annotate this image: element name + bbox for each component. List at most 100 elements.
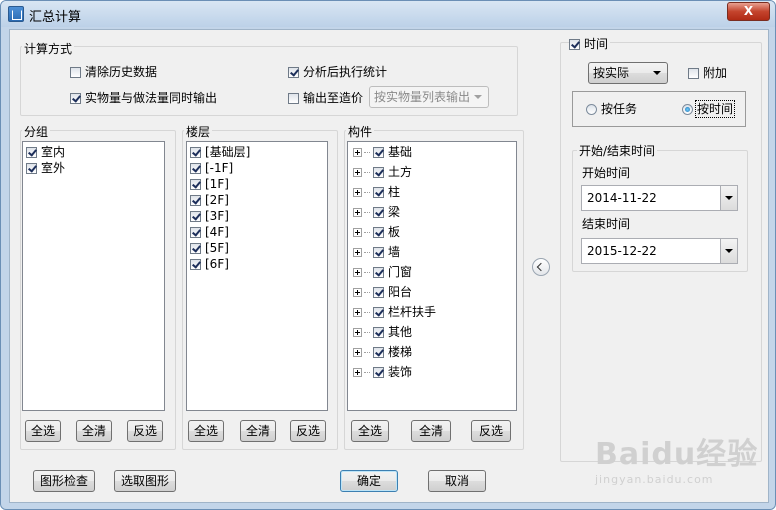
output-both-option[interactable]: 实物量与做法量同时输出 <box>70 90 217 106</box>
component-tree-item[interactable]: 基础 <box>353 144 412 160</box>
expand-icon[interactable] <box>353 268 362 277</box>
component-item-checkbox[interactable] <box>373 207 384 218</box>
group-select-all-button[interactable]: 全选 <box>25 420 61 442</box>
component-item-label: 其他 <box>388 325 413 339</box>
component-tree-item[interactable]: 土方 <box>353 164 412 180</box>
floor-item[interactable]: [2F] <box>190 192 229 208</box>
start-date-picker[interactable]: 2014-11-22 <box>581 185 738 211</box>
end-date-picker[interactable]: 2015-12-22 <box>581 238 738 264</box>
component-select-all-button[interactable]: 全选 <box>351 420 389 442</box>
floor-item-checkbox[interactable] <box>190 163 201 174</box>
by-task-radio[interactable] <box>586 104 597 115</box>
chevron-down-icon[interactable] <box>720 186 737 210</box>
by-time-option[interactable]: 按时间 <box>682 100 736 118</box>
group-item-checkbox[interactable] <box>26 163 37 174</box>
output-mode-value: 按实物量列表输出 <box>374 90 471 104</box>
output-cost-option[interactable]: 输出至造价 <box>288 90 363 106</box>
component-tree-item[interactable]: 楼梯 <box>353 344 412 360</box>
expand-icon[interactable] <box>353 368 362 377</box>
ok-button[interactable]: 确定 <box>340 470 398 492</box>
component-item-label: 基础 <box>388 145 413 159</box>
output-cost-checkbox[interactable] <box>288 93 299 104</box>
expand-icon[interactable] <box>353 148 362 157</box>
output-mode-select[interactable]: 按实物量列表输出 <box>369 86 489 108</box>
floor-item[interactable]: [1F] <box>190 176 229 192</box>
group-item-checkbox[interactable] <box>26 147 37 158</box>
expand-icon[interactable] <box>353 348 362 357</box>
shape-check-button[interactable]: 图形检查 <box>33 470 95 492</box>
expand-icon[interactable] <box>353 328 362 337</box>
group-invert-button[interactable]: 反选 <box>127 420 163 442</box>
expand-icon[interactable] <box>353 228 362 237</box>
component-item-checkbox[interactable] <box>373 167 384 178</box>
component-tree-item[interactable]: 装饰 <box>353 364 412 380</box>
group-item[interactable]: 室内 <box>26 144 65 160</box>
floor-invert-button[interactable]: 反选 <box>290 420 326 442</box>
component-clear-all-button[interactable]: 全清 <box>411 420 451 442</box>
expand-icon[interactable] <box>353 248 362 257</box>
group-list[interactable]: 室内 室外 <box>22 141 165 411</box>
stats-after-option[interactable]: 分析后执行统计 <box>288 64 387 80</box>
clear-history-option[interactable]: 清除历史数据 <box>70 64 157 80</box>
component-tree[interactable]: 基础 土方 柱 梁 板 墙 门窗 阳台 栏杆扶手 其他 楼梯 装饰 <box>347 141 517 411</box>
floor-item-checkbox[interactable] <box>190 243 201 254</box>
floor-item[interactable]: [4F] <box>190 224 229 240</box>
collapse-panel-button[interactable] <box>532 258 550 276</box>
component-tree-item[interactable]: 栏杆扶手 <box>353 304 436 320</box>
floor-item[interactable]: [6F] <box>190 256 229 272</box>
floor-item[interactable]: [5F] <box>190 240 229 256</box>
cancel-button[interactable]: 取消 <box>428 470 486 492</box>
component-item-checkbox[interactable] <box>373 147 384 158</box>
time-option[interactable]: 时间 <box>569 36 611 52</box>
stats-after-checkbox[interactable] <box>288 67 299 78</box>
floor-item[interactable]: [基础层] <box>190 144 250 160</box>
component-tree-item[interactable]: 梁 <box>353 204 400 220</box>
select-shape-button[interactable]: 选取图形 <box>114 470 176 492</box>
component-item-checkbox[interactable] <box>373 367 384 378</box>
expand-icon[interactable] <box>353 208 362 217</box>
component-item-checkbox[interactable] <box>373 347 384 358</box>
component-item-checkbox[interactable] <box>373 227 384 238</box>
floor-item-checkbox[interactable] <box>190 259 201 270</box>
floor-select-all-button[interactable]: 全选 <box>188 420 224 442</box>
expand-icon[interactable] <box>353 288 362 297</box>
chevron-down-icon[interactable] <box>720 239 737 263</box>
component-item-checkbox[interactable] <box>373 287 384 298</box>
time-mode-select[interactable]: 按实际 <box>588 62 668 84</box>
floor-item-checkbox[interactable] <box>190 211 201 222</box>
component-item-checkbox[interactable] <box>373 187 384 198</box>
component-invert-button[interactable]: 反选 <box>471 420 511 442</box>
floor-item-checkbox[interactable] <box>190 179 201 190</box>
component-item-checkbox[interactable] <box>373 327 384 338</box>
floor-item-checkbox[interactable] <box>190 147 201 158</box>
component-item-checkbox[interactable] <box>373 267 384 278</box>
floor-item-checkbox[interactable] <box>190 195 201 206</box>
component-item-checkbox[interactable] <box>373 307 384 318</box>
floor-item[interactable]: [-1F] <box>190 160 233 176</box>
group-clear-all-button[interactable]: 全清 <box>76 420 112 442</box>
component-tree-item[interactable]: 柱 <box>353 184 400 200</box>
expand-icon[interactable] <box>353 168 362 177</box>
time-checkbox[interactable] <box>569 39 580 50</box>
append-checkbox[interactable] <box>688 68 699 79</box>
component-tree-item[interactable]: 板 <box>353 224 400 240</box>
clear-history-checkbox[interactable] <box>70 67 81 78</box>
expand-icon[interactable] <box>353 308 362 317</box>
expand-icon[interactable] <box>353 188 362 197</box>
component-item-checkbox[interactable] <box>373 247 384 258</box>
output-both-checkbox[interactable] <box>70 93 81 104</box>
component-tree-item[interactable]: 墙 <box>353 244 400 260</box>
floor-list[interactable]: [基础层] [-1F] [1F] [2F] [3F] [4F] [5F] [6F… <box>186 141 328 411</box>
floor-item-checkbox[interactable] <box>190 227 201 238</box>
by-task-option[interactable]: 按任务 <box>586 101 637 117</box>
time-label: 时间 <box>584 37 609 51</box>
floor-item[interactable]: [3F] <box>190 208 229 224</box>
append-option[interactable]: 附加 <box>688 65 727 81</box>
by-time-radio[interactable] <box>682 104 693 115</box>
floor-clear-all-button[interactable]: 全清 <box>240 420 276 442</box>
component-tree-item[interactable]: 门窗 <box>353 264 412 280</box>
component-tree-item[interactable]: 阳台 <box>353 284 412 300</box>
component-tree-item[interactable]: 其他 <box>353 324 412 340</box>
close-button[interactable]: X <box>727 2 770 21</box>
group-item[interactable]: 室外 <box>26 160 65 176</box>
